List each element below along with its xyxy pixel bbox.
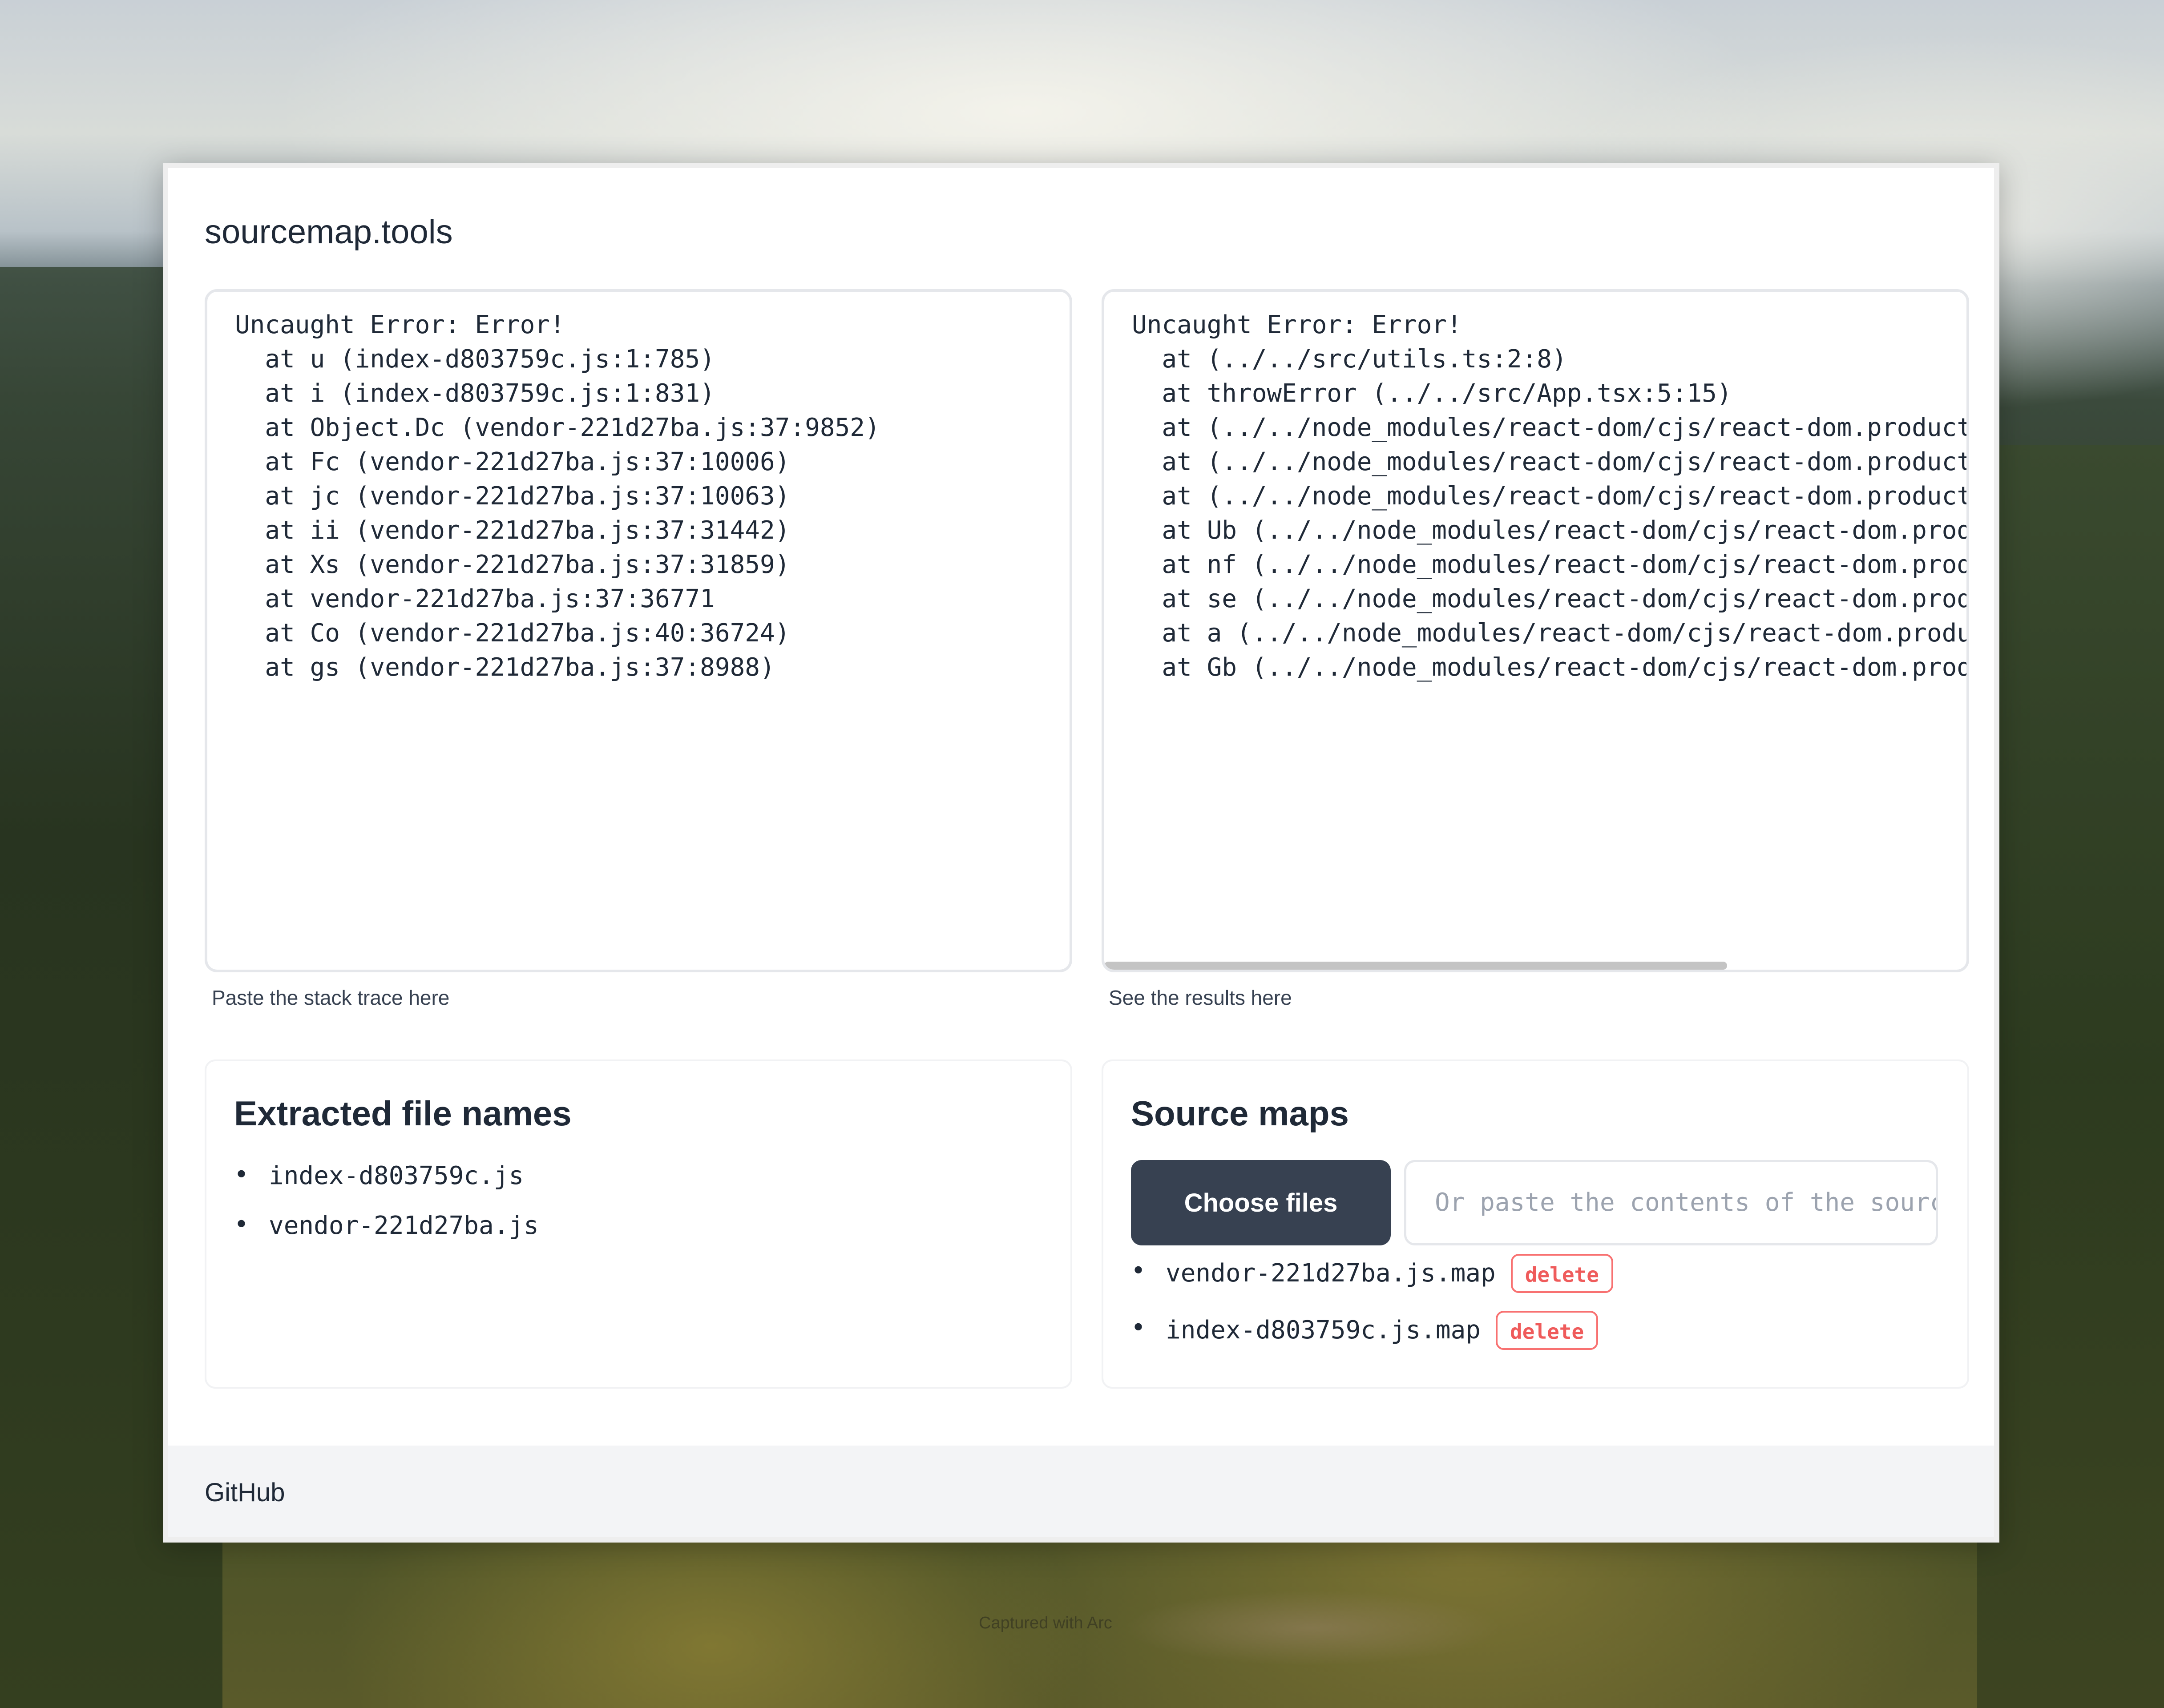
delete-button[interactable]: delete xyxy=(1510,1253,1613,1293)
bullet-icon: • xyxy=(1131,1313,1146,1342)
source-maps-card: Source maps Choose files Or paste the co… xyxy=(1102,1059,1969,1389)
source-maps-title: Source maps xyxy=(1131,1094,1349,1133)
source-maps-list: • vendor-221d27ba.js.map delete • index-d80… xyxy=(1131,1253,1613,1366)
bullet-icon: • xyxy=(1131,1257,1146,1285)
sourcemap-paste-input[interactable]: Or paste the contents of the sourc xyxy=(1404,1160,1938,1245)
bullet-icon: • xyxy=(234,1210,249,1239)
github-link[interactable]: GitHub xyxy=(205,1478,285,1507)
extracted-files-card: Extracted file names • index-d803759c.js … xyxy=(205,1059,1072,1389)
app-window: sourcemap.tools Uncaught Error: Error! a… xyxy=(163,163,1999,1543)
bullet-icon: • xyxy=(234,1160,249,1189)
list-item: • index-d803759c.js xyxy=(234,1159,539,1209)
stack-trace-input[interactable]: Uncaught Error: Error! at u (index-d8037… xyxy=(205,289,1072,972)
results-output[interactable]: Uncaught Error: Error! at (../../src/uti… xyxy=(1102,289,1969,972)
watermark: Captured with Arc xyxy=(979,1614,1112,1632)
stack-trace-text[interactable]: Uncaught Error: Error! at u (index-d8037… xyxy=(235,308,880,685)
extracted-files-list: • index-d803759c.js • vendor-221d27ba.js xyxy=(234,1159,539,1259)
list-item: • vendor-221d27ba.js.map delete xyxy=(1131,1253,1613,1309)
app-title: sourcemap.tools xyxy=(205,213,453,251)
footer: GitHub xyxy=(168,1446,1994,1537)
background-hills-right xyxy=(1977,445,2164,1708)
choose-files-button[interactable]: Choose files xyxy=(1131,1160,1391,1245)
results-text: Uncaught Error: Error! at (../../src/uti… xyxy=(1132,310,1969,682)
horizontal-scrollbar[interactable] xyxy=(1104,962,1727,970)
list-item: • index-d803759c.js.map delete xyxy=(1131,1309,1613,1366)
list-item: • vendor-221d27ba.js xyxy=(234,1209,539,1259)
stack-trace-caption: Paste the stack trace here xyxy=(212,986,450,1009)
delete-button[interactable]: delete xyxy=(1496,1310,1599,1350)
extracted-files-title: Extracted file names xyxy=(234,1094,572,1133)
results-caption: See the results here xyxy=(1109,986,1292,1009)
